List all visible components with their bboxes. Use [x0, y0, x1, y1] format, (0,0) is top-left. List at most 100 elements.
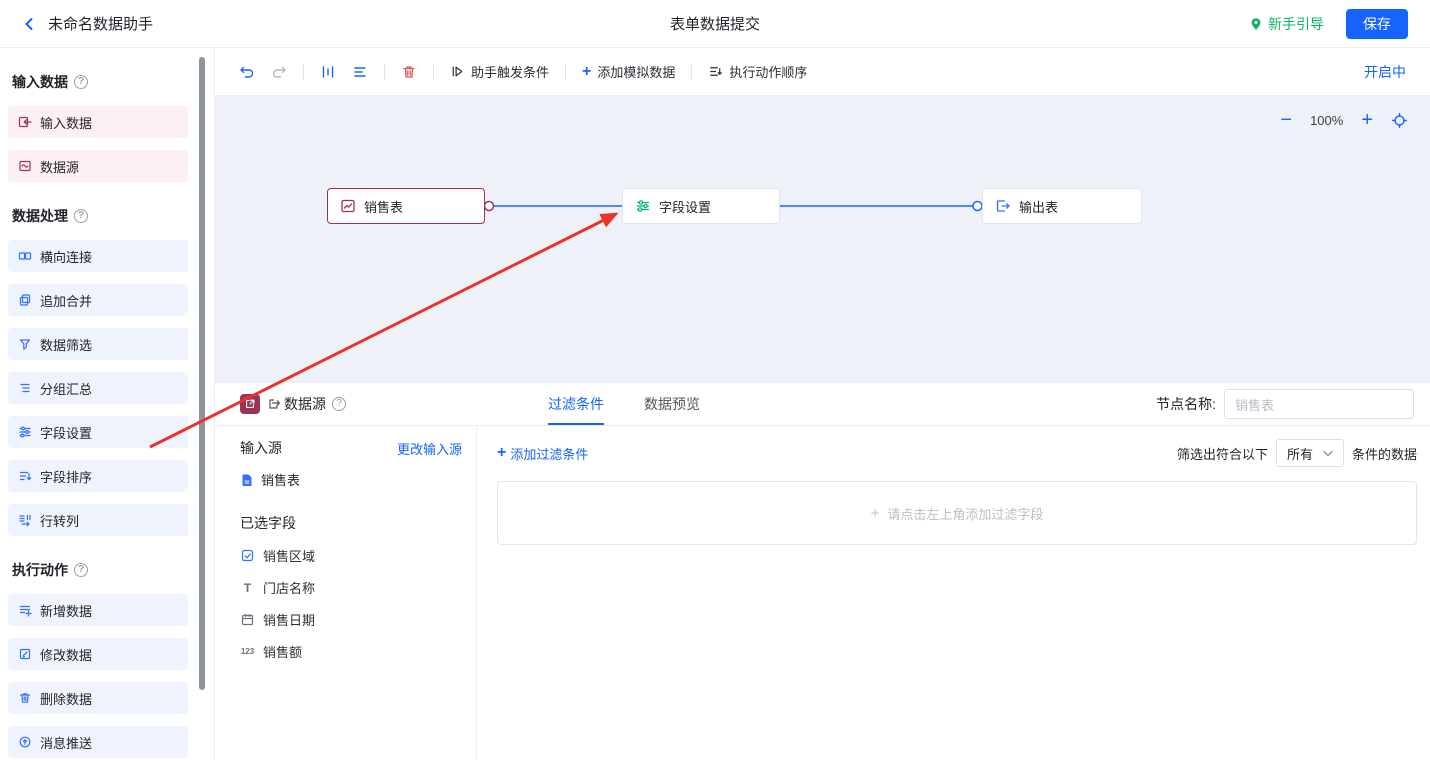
locate-center-button[interactable] — [1391, 112, 1408, 129]
undo-button[interactable] — [239, 64, 255, 80]
flow-canvas[interactable]: − 100% + 销售表 字段设置 输出表 — [215, 96, 1430, 383]
tab-label: 数据预览 — [644, 394, 700, 414]
delete-node-button[interactable] — [401, 64, 417, 80]
match-mode-value: 所有 — [1287, 444, 1313, 463]
tab-label: 过滤条件 — [548, 394, 604, 414]
toolbar-divider — [565, 64, 566, 80]
date-field-icon — [240, 613, 255, 626]
page-title: 表单数据提交 — [0, 13, 1430, 34]
zoom-out-button[interactable]: − — [1280, 110, 1292, 130]
input-source-item[interactable]: 销售表 — [240, 470, 462, 489]
tab-data-preview[interactable]: 数据预览 — [644, 383, 700, 425]
redo-icon — [271, 64, 287, 80]
crosshair-icon — [1391, 112, 1408, 129]
plus-icon: + — [582, 64, 591, 80]
match-mode-group: 筛选出符合以下 所有 条件的数据 — [1177, 439, 1417, 467]
zoom-in-button[interactable]: + — [1361, 110, 1373, 130]
sidebar-item-add-data[interactable]: 新增数据 — [8, 594, 188, 626]
redo-button[interactable] — [271, 64, 287, 80]
filter-empty-placeholder[interactable]: + 请点击左上角添加过滤字段 — [497, 481, 1417, 545]
connector-dot — [485, 202, 494, 211]
assistant-title: 未命名数据助手 — [48, 13, 153, 34]
sidebar-item-field-sort[interactable]: 字段排序 — [8, 460, 188, 492]
action-order-button[interactable]: 执行动作顺序 — [708, 62, 807, 81]
change-input-source-link[interactable]: 更改输入源 — [397, 439, 462, 458]
sidebar-item-label: 字段设置 — [40, 423, 92, 442]
sidebar-item-input-data[interactable]: 输入数据 — [8, 106, 188, 138]
sidebar-scrollbar[interactable] — [199, 57, 205, 690]
datasource-type-icon — [267, 397, 281, 411]
document-icon — [240, 473, 254, 487]
node-sales-table[interactable]: 销售表 — [327, 188, 485, 224]
sidebar-item-label: 修改数据 — [40, 645, 92, 664]
sidebar-item-row-to-column[interactable]: 行转列 — [8, 504, 188, 536]
plus-icon: + — [497, 445, 506, 461]
field-item-sales-date[interactable]: 销售日期 — [240, 610, 462, 629]
help-icon[interactable]: ? — [74, 209, 88, 223]
assistant-status[interactable]: 开启中 — [1364, 62, 1406, 82]
chevron-down-icon — [1323, 450, 1333, 457]
selected-fields-label: 已选字段 — [240, 513, 462, 533]
source-table-icon — [340, 198, 356, 214]
flow-connections — [215, 96, 1430, 383]
distribute-vertical-icon — [320, 64, 336, 80]
help-icon[interactable]: ? — [74, 75, 88, 89]
tab-filter-conditions[interactable]: 过滤条件 — [548, 383, 604, 425]
panel-header: 数据源 ? 过滤条件 数据预览 节点名称: — [215, 383, 1430, 426]
sidebar-item-label: 追加合并 — [40, 291, 92, 310]
add-data-icon — [18, 603, 32, 617]
sidebar-item-horizontal-join[interactable]: 横向连接 — [8, 240, 188, 272]
back-button[interactable] — [22, 16, 38, 32]
help-icon[interactable]: ? — [332, 397, 346, 411]
sidebar-item-label: 数据源 — [40, 157, 79, 176]
match-mode-select[interactable]: 所有 — [1276, 439, 1344, 467]
filter-conditions-panel: + 添加过滤条件 筛选出符合以下 所有 条件的数据 + 请点击左上角添加过滤 — [477, 426, 1430, 760]
field-settings-icon — [18, 425, 32, 439]
input-source-panel: 输入源 更改输入源 销售表 已选字段 销售区域 T 门店名称 — [215, 426, 477, 760]
sidebar-item-message-push[interactable]: 消息推送 — [8, 726, 188, 758]
input-source-label: 输入源 — [240, 438, 282, 458]
node-name-input[interactable] — [1224, 389, 1414, 419]
section-title-input-data: 输入数据 ? — [12, 72, 210, 92]
sidebar-item-group-summary[interactable]: 分组汇总 — [8, 372, 188, 404]
data-filter-icon — [18, 337, 32, 351]
sidebar-item-label: 字段排序 — [40, 467, 92, 486]
input-source-name: 销售表 — [261, 470, 300, 489]
node-output-table[interactable]: 输出表 — [982, 188, 1142, 224]
sidebar-item-label: 新增数据 — [40, 601, 92, 620]
output-table-icon — [995, 198, 1011, 214]
sidebar-item-label: 横向连接 — [40, 247, 92, 266]
sidebar-item-append-merge[interactable]: 追加合并 — [8, 284, 188, 316]
section-title-actions: 执行动作 ? — [12, 560, 210, 580]
panel-body: 输入源 更改输入源 销售表 已选字段 销售区域 T 门店名称 — [215, 426, 1430, 760]
panel-source-label: 数据源 — [284, 394, 326, 414]
field-label: 销售日期 — [263, 610, 315, 629]
node-field-settings[interactable]: 字段设置 — [622, 188, 780, 224]
trigger-conditions-button[interactable]: 助手触发条件 — [450, 62, 549, 81]
add-mock-data-button[interactable]: + 添加模拟数据 — [582, 62, 675, 81]
number-field-icon: 123 — [240, 647, 255, 656]
location-pin-icon — [1249, 17, 1263, 31]
sidebar-item-delete-data[interactable]: 删除数据 — [8, 682, 188, 714]
field-item-sales-amount[interactable]: 123 销售额 — [240, 642, 462, 661]
chevron-left-icon — [22, 16, 38, 32]
help-icon[interactable]: ? — [74, 563, 88, 577]
save-button[interactable]: 保存 — [1346, 9, 1408, 39]
field-item-sales-region[interactable]: 销售区域 — [240, 546, 462, 565]
add-filter-label: 添加过滤条件 — [510, 444, 588, 463]
field-item-store-name[interactable]: T 门店名称 — [240, 578, 462, 597]
beginner-guide-link[interactable]: 新手引导 — [1249, 14, 1324, 34]
toolbar-divider — [303, 64, 304, 80]
sidebar-item-data-filter[interactable]: 数据筛选 — [8, 328, 188, 360]
distribute-vertical-button[interactable] — [320, 64, 336, 80]
delete-data-icon — [18, 691, 32, 705]
sidebar-item-field-settings[interactable]: 字段设置 — [8, 416, 188, 448]
action-order-label: 执行动作顺序 — [729, 62, 807, 81]
add-filter-condition-button[interactable]: + 添加过滤条件 — [497, 444, 588, 463]
sidebar-item-modify-data[interactable]: 修改数据 — [8, 638, 188, 670]
undo-icon — [239, 64, 255, 80]
sidebar-item-datasource[interactable]: 数据源 — [8, 150, 188, 182]
field-label: 销售额 — [263, 642, 302, 661]
distribute-horizontal-button[interactable] — [352, 64, 368, 80]
guide-label: 新手引导 — [1268, 14, 1324, 34]
